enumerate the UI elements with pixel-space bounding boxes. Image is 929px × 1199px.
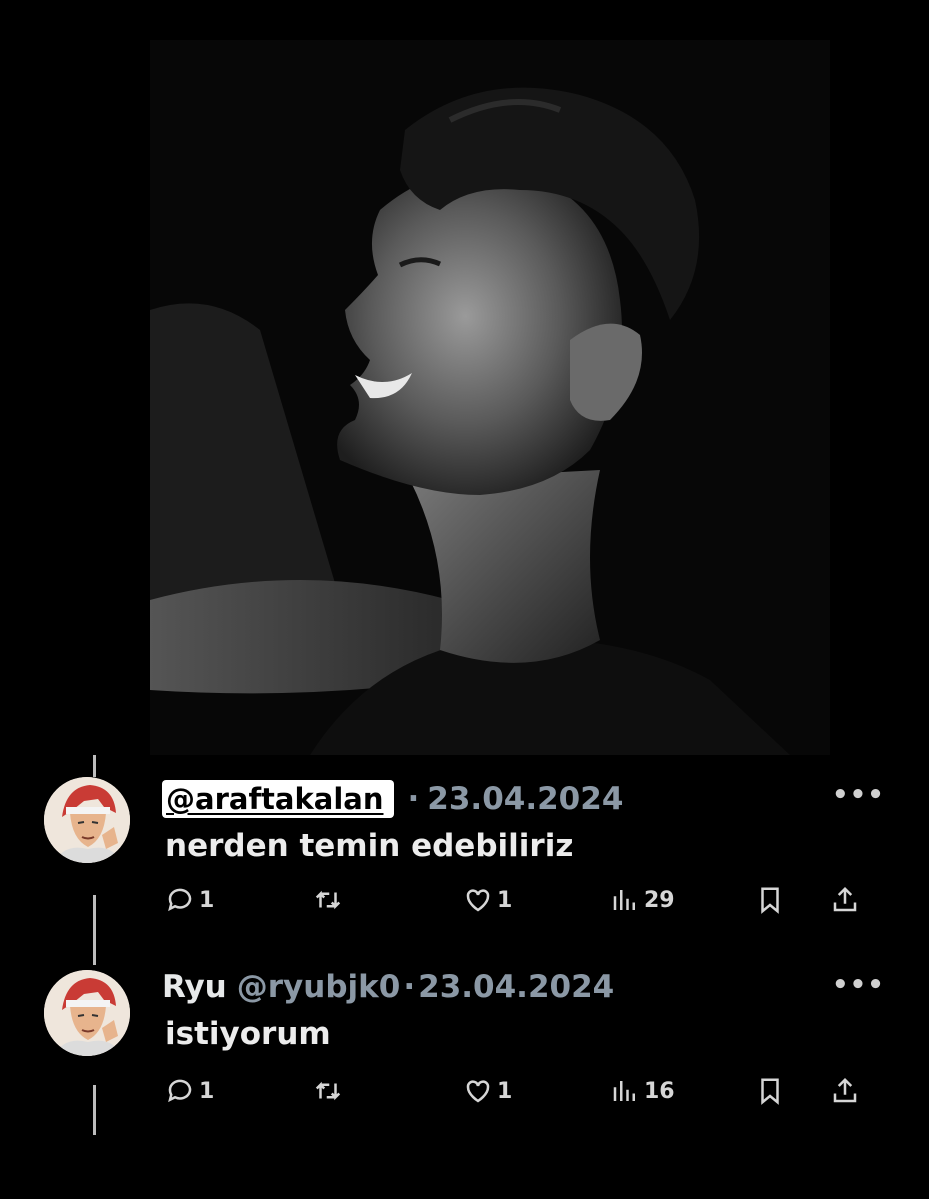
retweet-button[interactable] (313, 885, 347, 915)
tweet-header: Ryu @ryubjk0 · 23.04.2024 (162, 969, 614, 1005)
bookmark-button[interactable] (755, 1076, 785, 1106)
share-icon (833, 1077, 857, 1103)
retweet-icon (315, 890, 341, 910)
views-button[interactable]: 16 (610, 1076, 675, 1106)
display-name[interactable]: Ryu (162, 969, 227, 1005)
post-photo[interactable] (150, 40, 830, 755)
retweet-icon (315, 1081, 341, 1101)
avatar-illustration (44, 777, 130, 863)
separator-dot: · (407, 781, 420, 817)
thread-line-top (93, 755, 96, 777)
like-count: 1 (497, 887, 513, 913)
heart-icon (466, 889, 490, 912)
avatar-illustration (44, 970, 130, 1056)
like-count: 1 (497, 1078, 513, 1104)
like-button[interactable]: 1 (463, 885, 512, 915)
tweet-actions: 1 1 29 (165, 885, 865, 925)
retweet-button[interactable] (313, 1076, 347, 1106)
reply-icon (168, 1079, 192, 1103)
share-icon (833, 886, 857, 912)
photo-illustration (150, 40, 830, 755)
bookmark-icon (761, 1078, 779, 1105)
bookmark-icon (761, 887, 779, 914)
views-count: 16 (644, 1078, 675, 1104)
reply-count: 1 (199, 1078, 215, 1104)
tweet-text: nerden temin edebiliriz (165, 828, 574, 864)
views-icon (613, 1081, 635, 1101)
tweet-header: @araftakalan · 23.04.2024 (162, 780, 623, 818)
views-icon (613, 890, 635, 910)
separator-dot: · (403, 969, 416, 1005)
heart-icon (466, 1080, 490, 1103)
like-button[interactable]: 1 (463, 1076, 512, 1106)
avatar[interactable] (44, 777, 130, 863)
more-options-icon[interactable]: ••• (832, 970, 885, 1000)
bookmark-button[interactable] (755, 885, 785, 915)
tweet-actions: 1 1 16 (165, 1076, 865, 1116)
share-button[interactable] (830, 1076, 860, 1106)
handle-link[interactable]: @ryubjk0 (237, 969, 401, 1005)
reply-icon (168, 888, 192, 912)
views-count: 29 (644, 887, 675, 913)
thread-line-bottom (93, 1085, 96, 1135)
reply-count: 1 (199, 887, 215, 913)
reply-button[interactable]: 1 (165, 1076, 214, 1106)
tweet-date[interactable]: 23.04.2024 (418, 969, 614, 1005)
tweet-date[interactable]: 23.04.2024 (427, 781, 623, 817)
more-options-icon[interactable]: ••• (832, 780, 885, 810)
share-button[interactable] (830, 885, 860, 915)
handle-link[interactable]: @araftakalan (162, 780, 394, 818)
views-button[interactable]: 29 (610, 885, 675, 915)
avatar[interactable] (44, 970, 130, 1056)
reply-button[interactable]: 1 (165, 885, 214, 915)
tweet-text: istiyorum (165, 1016, 331, 1052)
thread-line-middle (93, 895, 96, 965)
